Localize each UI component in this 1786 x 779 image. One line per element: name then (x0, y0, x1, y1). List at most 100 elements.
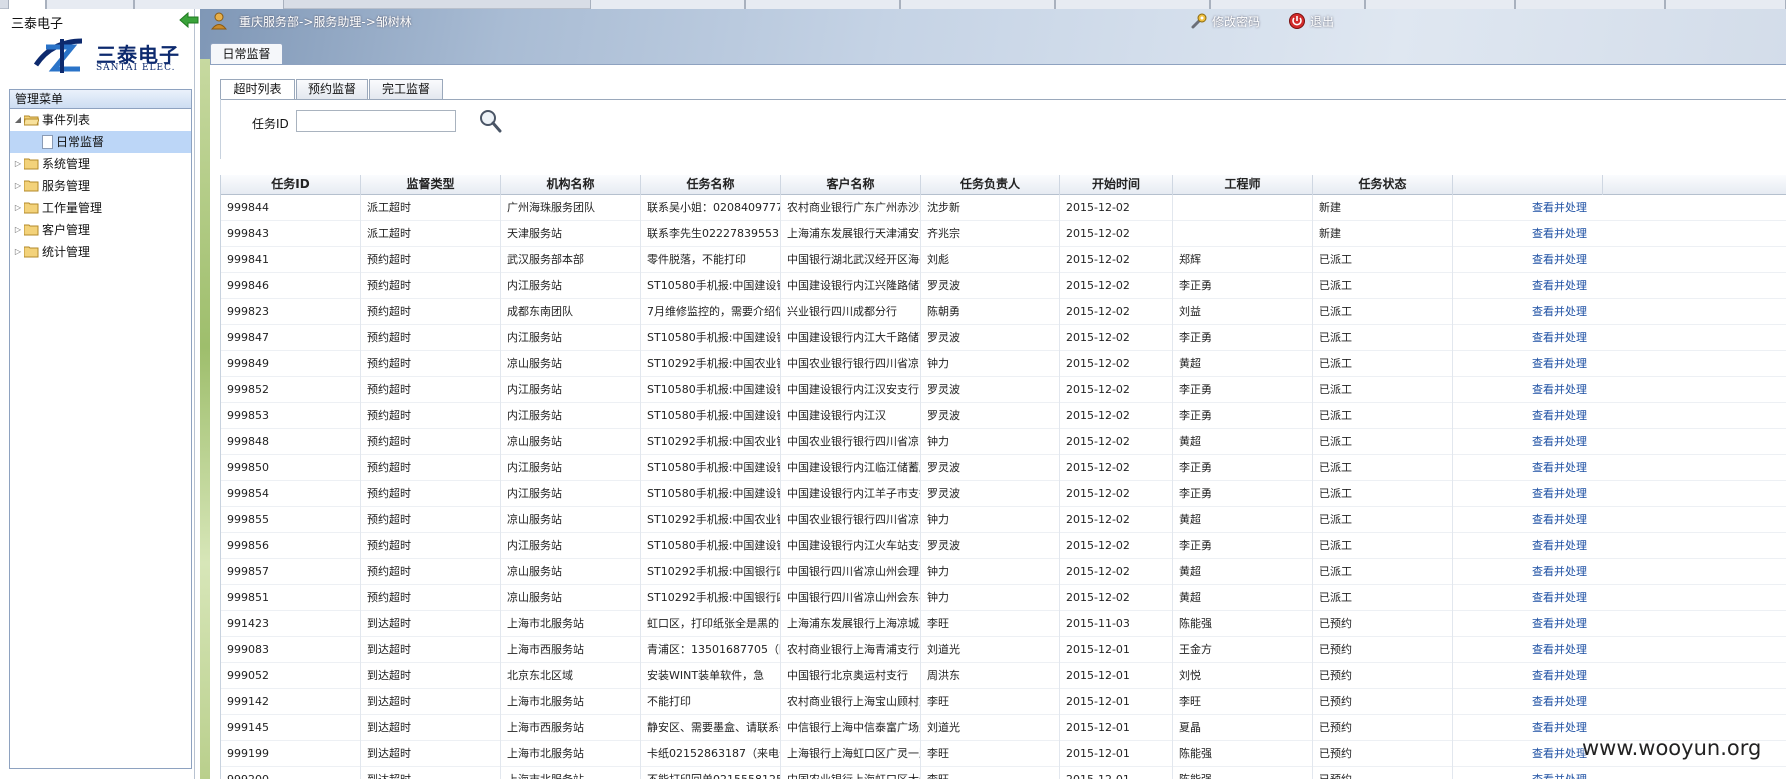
view-and-process-link[interactable]: 查看并处理 (1453, 741, 1603, 767)
view-and-process-link[interactable]: 查看并处理 (1453, 715, 1603, 741)
view-and-process-link[interactable]: 查看并处理 (1453, 403, 1603, 429)
user-icon (211, 12, 227, 30)
tree-item-statistics[interactable]: ▷ 统计管理 (10, 241, 191, 263)
cell-task-owner: 李旺 (921, 741, 1060, 767)
cell-task-owner: 刘道光 (921, 637, 1060, 663)
col-task-status-header[interactable]: 任务状态 (1313, 175, 1453, 195)
view-and-process-link[interactable]: 查看并处理 (1453, 481, 1603, 507)
table-row: 999852预约超时内江服务站ST10580手机报:中国建设银行中国建设银行内江… (221, 377, 1786, 403)
subtab-appointment[interactable]: 预约监督 (296, 79, 368, 99)
tree-item-customer[interactable]: ▷ 客户管理 (10, 219, 191, 241)
tree-expanded-icon[interactable]: ◢ (12, 109, 24, 131)
collapse-sidebar-icon[interactable] (178, 11, 200, 29)
subtab-completion[interactable]: 完工监督 (369, 79, 443, 99)
cell-start-time: 2015-12-01 (1060, 663, 1173, 689)
view-and-process-link[interactable]: 查看并处理 (1453, 767, 1603, 779)
logout-label: 退出 (1310, 15, 1335, 29)
cell-task-name: ST10292手机报:中国农业银行 (641, 351, 781, 377)
browser-tab[interactable] (46, 0, 134, 9)
cell-org-name: 上海市西服务站 (501, 637, 641, 663)
col-start-time-header[interactable]: 开始时间 (1060, 175, 1173, 195)
tree-collapsed-icon[interactable]: ▷ (12, 175, 24, 197)
cell-task-name: ST10580手机报:中国建设银行 (641, 533, 781, 559)
cell-supervision-type: 预约超时 (361, 377, 501, 403)
tree-item-label: 统计管理 (42, 245, 91, 259)
view-and-process-link[interactable]: 查看并处理 (1453, 273, 1603, 299)
subtab-timeout-list[interactable]: 超时列表 (220, 79, 295, 100)
browser-tab[interactable] (590, 0, 745, 9)
cell-task-name: 零件脱落，不能打印 (641, 247, 781, 273)
col-engineer-header[interactable]: 工程师 (1173, 175, 1313, 195)
cell-task-id: 999844 (221, 195, 361, 221)
view-and-process-link[interactable]: 查看并处理 (1453, 533, 1603, 559)
view-and-process-link[interactable]: 查看并处理 (1453, 585, 1603, 611)
view-and-process-link[interactable]: 查看并处理 (1453, 325, 1603, 351)
logout-button[interactable]: 退出 (1288, 12, 1334, 30)
col-task-name-header[interactable]: 任务名称 (641, 175, 781, 195)
col-task-owner-header[interactable]: 任务负责人 (921, 175, 1060, 195)
col-supervision-type-header[interactable]: 监督类型 (361, 175, 501, 195)
view-and-process-link[interactable]: 查看并处理 (1453, 221, 1603, 247)
search-icon[interactable] (478, 108, 502, 134)
tree-collapsed-icon[interactable]: ▷ (12, 197, 24, 219)
table-row: 999843派工超时天津服务站联系李先生02227839553.需要上海浦东发展… (221, 221, 1786, 247)
browser-tab[interactable] (1515, 0, 1665, 9)
table-row: 999083到达超时上海市西服务站青浦区：13501687705（回手农村商业银… (221, 637, 1786, 663)
browser-tab[interactable] (1365, 0, 1515, 9)
cell-customer-name: 中信银行上海中信泰富广场支 (781, 715, 921, 741)
col-action-header[interactable] (1453, 175, 1603, 195)
tree-item-workload[interactable]: ▷ 工作量管理 (10, 197, 191, 219)
browser-tab[interactable] (900, 0, 1055, 9)
tree-item-system[interactable]: ▷ 系统管理 (10, 153, 191, 175)
col-org-name-header[interactable]: 机构名称 (501, 175, 641, 195)
browser-tab[interactable] (1210, 0, 1365, 9)
view-and-process-link[interactable]: 查看并处理 (1453, 299, 1603, 325)
tree-item-label: 系统管理 (42, 157, 91, 171)
tree-collapsed-icon[interactable]: ▷ (12, 153, 24, 175)
view-and-process-link[interactable]: 查看并处理 (1453, 663, 1603, 689)
cell-task-status: 已派工 (1313, 247, 1453, 273)
cell-task-name: ST10292手机报:中国农业银行 (641, 429, 781, 455)
view-and-process-link[interactable]: 查看并处理 (1453, 351, 1603, 377)
cell-supervision-type: 预约超时 (361, 351, 501, 377)
view-and-process-link[interactable]: 查看并处理 (1453, 507, 1603, 533)
view-and-process-link[interactable]: 查看并处理 (1453, 377, 1603, 403)
cell-task-name: 静安区、需要墨盒、请联系徐 (641, 715, 781, 741)
tree-item-daily-supervision[interactable]: 日常监督 (10, 131, 191, 153)
tree-collapsed-icon[interactable]: ▷ (12, 241, 24, 263)
content-panel: 超时列表 预约监督 完工监督 任务ID 任务ID 监督类型 机构名称 任务名称 客户名称… (210, 64, 1786, 779)
browser-tab-strip (0, 0, 1786, 10)
cell-task-status: 已派工 (1313, 507, 1453, 533)
cell-task-status: 已预约 (1313, 611, 1453, 637)
view-and-process-link[interactable]: 查看并处理 (1453, 689, 1603, 715)
tab-daily-supervision[interactable]: 日常监督 (210, 43, 283, 64)
col-customer-name-header[interactable]: 客户名称 (781, 175, 921, 195)
view-and-process-link[interactable]: 查看并处理 (1453, 455, 1603, 481)
browser-tab[interactable] (1665, 0, 1786, 9)
cell-customer-name: 中国银行湖北武汉经开区海平 (781, 247, 921, 273)
cell-task-status: 已派工 (1313, 429, 1453, 455)
view-and-process-link[interactable]: 查看并处理 (1453, 559, 1603, 585)
browser-tab[interactable] (745, 0, 900, 9)
browser-tab[interactable] (134, 0, 284, 9)
tree-item-service[interactable]: ▷ 服务管理 (10, 175, 191, 197)
cell-customer-name: 兴业银行四川成都分行 (781, 299, 921, 325)
view-and-process-link[interactable]: 查看并处理 (1453, 429, 1603, 455)
cell-org-name: 内江服务站 (501, 377, 641, 403)
logo-text-en: SANTAI ELEC. (96, 63, 176, 73)
view-and-process-link[interactable]: 查看并处理 (1453, 195, 1603, 221)
col-task-id-header[interactable]: 任务ID (221, 175, 361, 195)
table-row: 999856预约超时内江服务站ST10580手机报:中国建设银行中国建设银行内江… (221, 533, 1786, 559)
task-id-input[interactable] (296, 110, 456, 132)
tree-collapsed-icon[interactable]: ▷ (12, 219, 24, 241)
subtab-frame (220, 99, 221, 159)
tree-item-events[interactable]: ◢ 事件列表 (10, 109, 191, 131)
view-and-process-link[interactable]: 查看并处理 (1453, 247, 1603, 273)
cell-task-status: 已派工 (1313, 533, 1453, 559)
view-and-process-link[interactable]: 查看并处理 (1453, 637, 1603, 663)
cell-org-name: 上海市北服务站 (501, 767, 641, 779)
cell-task-name: ST10292手机报:中国银行四川 (641, 559, 781, 585)
change-password-button[interactable]: 修改密码 (1190, 12, 1260, 30)
browser-tab[interactable] (1055, 0, 1210, 9)
view-and-process-link[interactable]: 查看并处理 (1453, 611, 1603, 637)
